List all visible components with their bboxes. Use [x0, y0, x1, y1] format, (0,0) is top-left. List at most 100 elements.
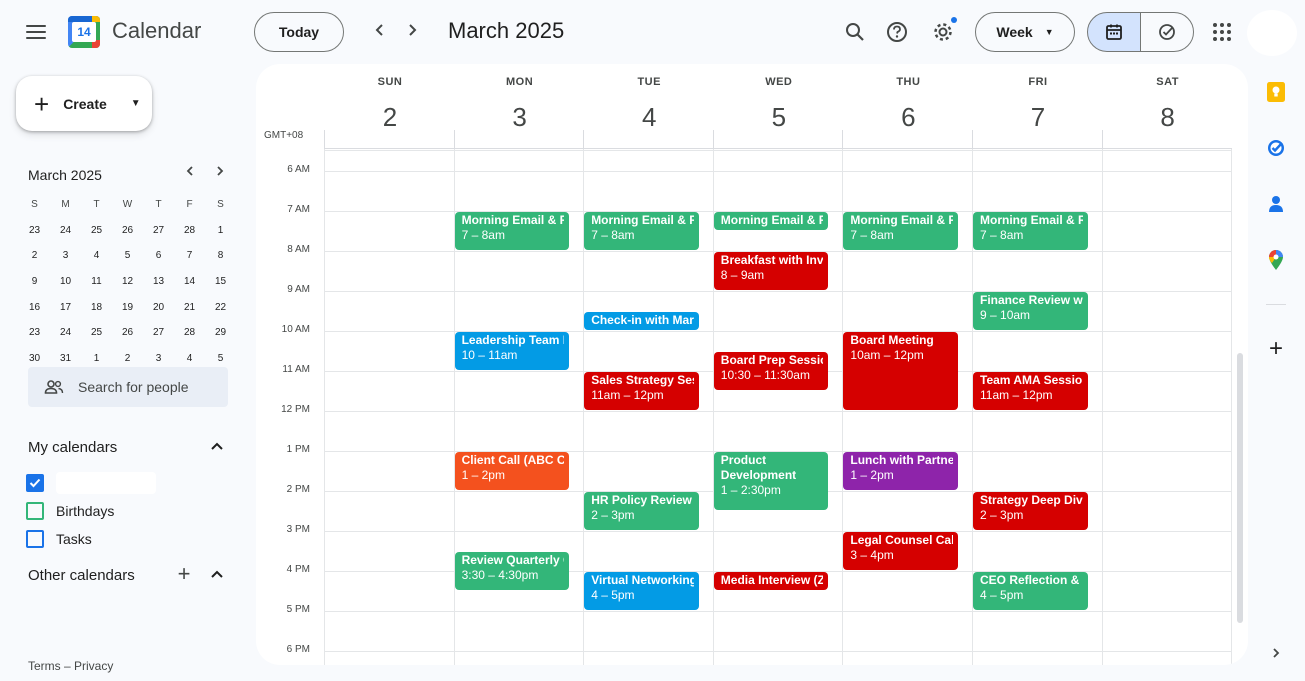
calendar-event[interactable]: Morning Email & Re 7 – 8am: [584, 211, 699, 250]
mini-calendar-day[interactable]: 8: [205, 244, 236, 270]
calendar-checkbox[interactable]: [26, 530, 44, 548]
mini-calendar-day[interactable]: 5: [112, 244, 143, 270]
mini-calendar-day[interactable]: 23: [19, 219, 50, 245]
calendar-event[interactable]: Breakfast with Inves8 – 9am: [713, 251, 829, 290]
google-apps-button[interactable]: [1208, 18, 1236, 46]
search-people-field[interactable]: Search for people: [28, 367, 228, 407]
hour-label: 11 AM: [282, 364, 310, 375]
calendar-event[interactable]: Morning Email & Re 7 – 8am: [454, 211, 570, 250]
mini-calendar-next-button[interactable]: [210, 164, 230, 184]
mini-calendar-prev-button[interactable]: [180, 164, 200, 184]
search-button[interactable]: [841, 18, 869, 46]
calendar-event[interactable]: Morning Email & Re 7 – 8am: [843, 211, 958, 250]
mini-calendar-day[interactable]: 22: [205, 296, 236, 322]
help-button[interactable]: [883, 18, 911, 46]
keep-button[interactable]: [1264, 80, 1288, 104]
mini-calendar-day[interactable]: 7: [174, 244, 205, 270]
my-calendars-collapse-button[interactable]: [206, 438, 228, 458]
mini-calendar-day[interactable]: 26: [112, 219, 143, 245]
view-selector[interactable]: Week ▼: [975, 12, 1075, 52]
mini-calendar-day[interactable]: 19: [112, 296, 143, 322]
calendar-checkbox[interactable]: [26, 502, 44, 520]
mini-calendar-day[interactable]: 18: [81, 296, 112, 322]
calendar-event[interactable]: Virtual Networking 4 – 5pm: [584, 571, 699, 610]
next-week-button[interactable]: [400, 20, 424, 44]
add-other-calendar-button[interactable]: +: [174, 563, 194, 585]
mini-calendar-day[interactable]: 27: [143, 321, 174, 347]
calendar-view-toggle[interactable]: [1087, 12, 1141, 52]
calendar-list-item-tasks[interactable]: Tasks: [26, 528, 226, 550]
calendar-event[interactable]: Legal Counsel Call 3 – 4pm: [843, 531, 958, 570]
calendar-event[interactable]: Morning Email & Re: [713, 211, 829, 230]
mini-calendar-day[interactable]: 6: [143, 244, 174, 270]
calendar-event[interactable]: HR Policy Review 2 – 3pm: [584, 491, 699, 530]
mini-calendar-day[interactable]: 27: [143, 219, 174, 245]
calendar-checkbox[interactable]: [26, 474, 44, 492]
other-calendars-collapse-button[interactable]: [206, 566, 228, 586]
contacts-button[interactable]: [1264, 192, 1288, 216]
calendar-event[interactable]: Board Meeting 10am – 12pm: [843, 331, 958, 410]
footer-links[interactable]: Terms – Privacy: [28, 659, 113, 673]
day-number-button[interactable]: 7: [973, 102, 1103, 133]
mini-calendar-day[interactable]: 28: [174, 321, 205, 347]
mini-calendar-day[interactable]: 28: [174, 219, 205, 245]
mini-calendar-day[interactable]: 24: [50, 321, 81, 347]
mini-calendar-day[interactable]: 24: [50, 219, 81, 245]
calendar-event[interactable]: Strategy Deep Dive 2 – 3pm: [973, 491, 1088, 530]
mini-calendar-day[interactable]: 21: [174, 296, 205, 322]
mini-calendar-day[interactable]: 3: [50, 244, 81, 270]
calendar-event[interactable]: Morning Email & Re 7 – 8am: [973, 211, 1088, 250]
mini-calendar-day[interactable]: 25: [81, 219, 112, 245]
calendar-event[interactable]: Client Call (ABC Co 1 – 2pm: [454, 451, 570, 490]
day-number-button[interactable]: 6: [843, 102, 973, 133]
calendar-event[interactable]: Finance Review with9 – 10am: [973, 291, 1088, 330]
mini-calendar-day[interactable]: 4: [81, 244, 112, 270]
time-grid[interactable]: 6 AM 7 AM 8 AM 9 AM 10 AM 11 AM 12 PM 1 PM 2 PM 3…: [256, 149, 1248, 665]
calendar-event[interactable]: Leadership Team M 10 – 11am: [454, 331, 570, 370]
calendar-event[interactable]: Check-in with Mark: [584, 311, 699, 330]
get-addons-button[interactable]: +: [1264, 335, 1288, 362]
account-avatar[interactable]: [1247, 10, 1297, 56]
previous-week-button[interactable]: [368, 20, 392, 44]
mini-calendar-day[interactable]: 1: [205, 219, 236, 245]
mini-calendar-day[interactable]: 16: [19, 296, 50, 322]
mini-calendar-day[interactable]: 15: [205, 270, 236, 296]
mini-calendar-day[interactable]: 29: [205, 321, 236, 347]
calendar-event[interactable]: CEO Reflection & P4 – 5pm: [973, 571, 1088, 610]
calendar-list-item-birthdays[interactable]: Birthdays: [26, 500, 226, 522]
mini-calendar-day[interactable]: 14: [174, 270, 205, 296]
mini-calendar-day[interactable]: 23: [19, 321, 50, 347]
calendar-event[interactable]: Product Development 1 – 2:30pm: [713, 451, 829, 510]
contacts-icon: [1269, 196, 1283, 212]
mini-calendar-day[interactable]: 9: [19, 270, 50, 296]
mini-calendar-day[interactable]: 2: [19, 244, 50, 270]
calendar-event[interactable]: Sales Strategy Sess11am – 12pm: [584, 371, 699, 410]
day-number-button[interactable]: 5: [714, 102, 844, 133]
calendar-event[interactable]: Review Quarterly G 3:30 – 4:30pm: [454, 551, 570, 590]
calendar-event[interactable]: Board Prep Session10:30 – 11:30am: [713, 351, 829, 390]
mini-calendar-day[interactable]: 20: [143, 296, 174, 322]
tasks-app-button[interactable]: [1264, 136, 1288, 160]
mini-calendar-day[interactable]: 11: [81, 270, 112, 296]
mini-calendar-day[interactable]: 13: [143, 270, 174, 296]
day-number-button[interactable]: 8: [1103, 102, 1233, 133]
day-number-button[interactable]: 3: [455, 102, 585, 133]
today-button[interactable]: Today: [254, 12, 344, 52]
mini-calendar-day[interactable]: 25: [81, 321, 112, 347]
tasks-view-toggle[interactable]: [1140, 12, 1194, 52]
calendar-event[interactable]: Lunch with Partner 1 – 2pm: [843, 451, 958, 490]
mini-calendar-day[interactable]: 26: [112, 321, 143, 347]
mini-calendar-day[interactable]: 17: [50, 296, 81, 322]
calendar-list-item-primary[interactable]: [26, 472, 226, 494]
day-number-button[interactable]: 2: [325, 102, 455, 133]
calendar-event[interactable]: Media Interview (Zo: [713, 571, 829, 590]
main-menu-button[interactable]: [20, 18, 52, 46]
maps-button[interactable]: [1264, 248, 1288, 272]
mini-calendar-day[interactable]: 12: [112, 270, 143, 296]
mini-calendar-day[interactable]: 10: [50, 270, 81, 296]
day-number-button[interactable]: 4: [584, 102, 714, 133]
calendar-event[interactable]: Team AMA Session 11am – 12pm: [973, 371, 1088, 410]
create-button[interactable]: + Create ▼: [16, 76, 152, 131]
scrollbar[interactable]: [1237, 353, 1243, 623]
show-side-panel-button[interactable]: [1264, 641, 1288, 665]
